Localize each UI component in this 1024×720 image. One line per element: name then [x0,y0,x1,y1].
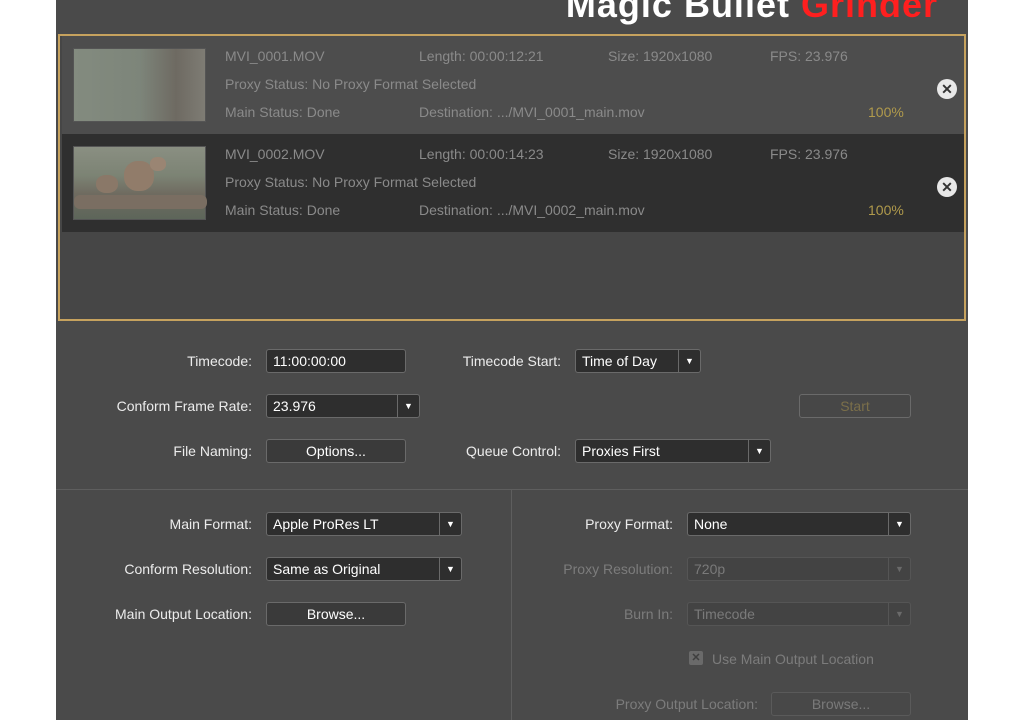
file-naming-label: File Naming: [173,443,252,459]
conform-resolution-select[interactable]: Same as Original ▼ [266,557,462,581]
queue-item[interactable]: MVI_0001.MOV Length: 00:00:12:21 Size: 1… [62,36,964,134]
destination: Destination: .../MVI_0002_main.mov [419,202,645,218]
timecode-start-value: Time of Day [582,353,657,369]
conform-resolution-label: Conform Resolution: [124,561,252,577]
burn-in-value: Timecode [694,606,755,622]
app-logo: Magic Bullet Grinder [566,0,938,26]
file-length: Length: 00:00:14:23 [419,146,544,162]
timecode-start-select[interactable]: Time of Day ▼ [575,349,701,373]
queue-control-value: Proxies First [582,443,660,459]
queue-control-label: Queue Control: [466,443,561,459]
main-status: Main Status: Done [225,104,341,120]
chevron-down-icon: ▼ [439,513,461,535]
main-status: Main Status: Done [225,202,341,218]
main-output-location-label: Main Output Location: [115,606,252,622]
file-length: Length: 00:00:12:21 [419,48,544,64]
burn-in-select[interactable]: Timecode ▼ [687,602,911,626]
conform-frame-rate-value: 23.976 [273,398,316,414]
conform-frame-rate-label: Conform Frame Rate: [116,398,252,414]
proxy-status: Proxy Status: No Proxy Format Selected [225,76,477,92]
conform-frame-rate-select[interactable]: 23.976 ▼ [266,394,420,418]
file-size: Size: 1920x1080 [608,48,713,64]
options-button[interactable]: Options... [266,439,406,463]
logo-text-magic-bullet: Magic Bullet [565,0,790,25]
file-queue[interactable]: MVI_0001.MOV Length: 00:00:12:21 Size: 1… [58,34,966,321]
file-size: Size: 1920x1080 [608,146,713,162]
conform-resolution-value: Same as Original [273,561,381,577]
burn-in-label: Burn In: [623,606,673,622]
logo-text-grinder: Grinder [800,0,938,25]
proxy-browse-button[interactable]: Browse... [771,692,911,716]
file-fps: FPS: 23.976 [770,48,848,64]
chevron-down-icon: ▼ [748,440,770,462]
file-name: MVI_0001.MOV [225,48,325,64]
file-name: MVI_0002.MOV [225,146,325,162]
file-fps: FPS: 23.976 [770,146,848,162]
close-circle-icon[interactable]: ✕ [937,79,957,99]
progress-percent: 100% [868,104,904,120]
proxy-status: Proxy Status: No Proxy Format Selected [225,174,477,190]
chevron-down-icon: ▼ [397,395,419,417]
use-main-output-label: Use Main Output Location [712,651,874,667]
proxy-resolution-label: Proxy Resolution: [563,561,673,577]
proxy-resolution-value: 720p [694,561,726,577]
column-divider [511,490,512,720]
main-format-label: Main Format: [169,516,252,532]
main-browse-button[interactable]: Browse... [266,602,406,626]
timecode-label: Timecode: [187,353,252,369]
app-window: Magic Bullet Grinder MVI_0001.MOV Length… [56,0,968,720]
chevron-down-icon: ▼ [439,558,461,580]
chevron-down-icon: ▼ [678,350,700,372]
section-divider [56,489,968,490]
video-thumbnail [73,146,207,220]
timecode-input[interactable]: 11:00:00:00 [266,349,406,373]
chevron-down-icon: ▼ [888,603,910,625]
use-main-output-checkbox[interactable]: ✕ [689,651,703,665]
start-button[interactable]: Start [799,394,911,418]
close-circle-icon[interactable]: ✕ [937,177,957,197]
proxy-format-label: Proxy Format: [585,516,673,532]
timecode-start-label: Timecode Start: [462,353,561,369]
proxy-format-select[interactable]: None ▼ [687,512,911,536]
proxy-resolution-select[interactable]: 720p ▼ [687,557,911,581]
proxy-output-location-label: Proxy Output Location: [615,696,758,712]
queue-item[interactable]: MVI_0002.MOV Length: 00:00:14:23 Size: 1… [62,134,964,232]
destination: Destination: .../MVI_0001_main.mov [419,104,645,120]
queue-control-select[interactable]: Proxies First ▼ [575,439,771,463]
main-format-value: Apple ProRes LT [273,516,379,532]
proxy-format-value: None [694,516,728,532]
chevron-down-icon: ▼ [888,558,910,580]
chevron-down-icon: ▼ [888,513,910,535]
video-thumbnail [73,48,206,122]
progress-percent: 100% [868,202,904,218]
main-format-select[interactable]: Apple ProRes LT ▼ [266,512,462,536]
